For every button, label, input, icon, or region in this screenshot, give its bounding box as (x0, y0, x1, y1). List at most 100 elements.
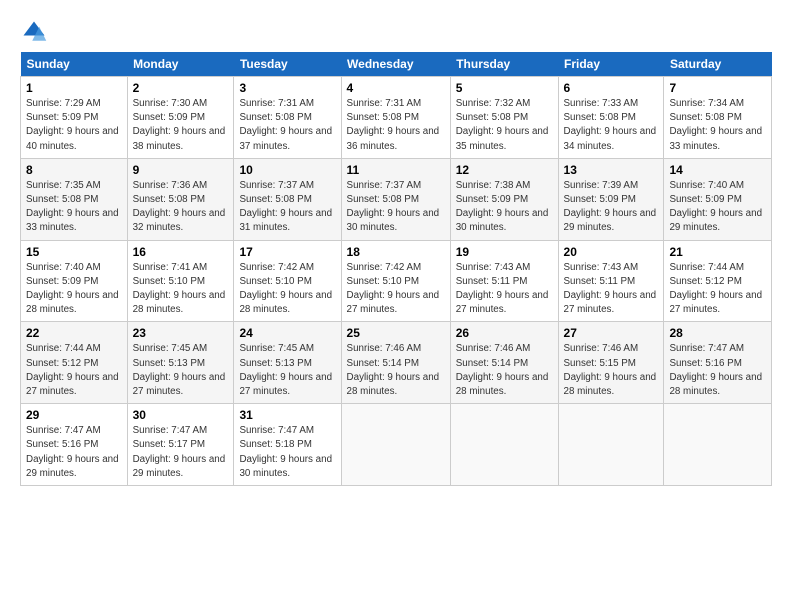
calendar-cell: 2 Sunrise: 7:30 AMSunset: 5:09 PMDaylight… (127, 77, 234, 159)
day-number: 26 (456, 326, 553, 340)
day-number: 19 (456, 245, 553, 259)
calendar-cell: 12Sunrise: 7:38 AMSunset: 5:09 PMDayligh… (450, 158, 558, 240)
day-number: 20 (564, 245, 659, 259)
calendar-table: SundayMondayTuesdayWednesdayThursdayFrid… (20, 52, 772, 486)
day-number: 23 (133, 326, 229, 340)
day-number: 6 (564, 81, 659, 95)
day-number: 27 (564, 326, 659, 340)
day-info: Sunrise: 7:47 AMSunset: 5:18 PMDaylight:… (239, 424, 335, 481)
day-info: Sunrise: 7:42 AMSunset: 5:10 PMDaylight:… (239, 261, 335, 318)
day-number: 3 (239, 81, 335, 95)
day-info: Sunrise: 7:37 AMSunset: 5:08 PMDaylight:… (347, 179, 445, 236)
day-of-week-header: Saturday (664, 52, 772, 77)
day-info: Sunrise: 7:36 AMSunset: 5:08 PMDaylight:… (133, 179, 229, 236)
day-info: Sunrise: 7:31 AMSunset: 5:08 PMDaylight:… (347, 97, 445, 154)
day-number: 17 (239, 245, 335, 259)
day-info: Sunrise: 7:42 AMSunset: 5:10 PMDaylight:… (347, 261, 445, 318)
day-number: 16 (133, 245, 229, 259)
day-number: 21 (669, 245, 766, 259)
calendar-week-row: 8 Sunrise: 7:35 AMSunset: 5:08 PMDaylight… (21, 158, 772, 240)
day-number: 2 (133, 81, 229, 95)
day-info: Sunrise: 7:32 AMSunset: 5:08 PMDaylight:… (456, 97, 553, 154)
day-of-week-header: Sunday (21, 52, 128, 77)
day-info: Sunrise: 7:37 AMSunset: 5:08 PMDaylight:… (239, 179, 335, 236)
calendar-cell: 24 Sunrise: 7:45 AMSunset: 5:13 PMDayligh… (234, 322, 341, 404)
calendar-cell: 8 Sunrise: 7:35 AMSunset: 5:08 PMDaylight… (21, 158, 128, 240)
calendar-cell: 16 Sunrise: 7:41 AMSunset: 5:10 PMDayligh… (127, 240, 234, 322)
day-number: 22 (26, 326, 122, 340)
day-of-week-header: Tuesday (234, 52, 341, 77)
day-info: Sunrise: 7:40 AMSunset: 5:09 PMDaylight:… (669, 179, 766, 236)
day-info: Sunrise: 7:47 AMSunset: 5:17 PMDaylight:… (133, 424, 229, 481)
day-number: 11 (347, 163, 445, 177)
day-number: 25 (347, 326, 445, 340)
day-number: 30 (133, 408, 229, 422)
day-info: Sunrise: 7:47 AMSunset: 5:16 PMDaylight:… (669, 342, 766, 399)
day-info: Sunrise: 7:40 AMSunset: 5:09 PMDaylight:… (26, 261, 122, 318)
calendar-cell: 17 Sunrise: 7:42 AMSunset: 5:10 PMDayligh… (234, 240, 341, 322)
day-number: 9 (133, 163, 229, 177)
day-number: 4 (347, 81, 445, 95)
day-number: 10 (239, 163, 335, 177)
calendar-week-row: 22 Sunrise: 7:44 AMSunset: 5:12 PMDayligh… (21, 322, 772, 404)
calendar-cell: 30 Sunrise: 7:47 AMSunset: 5:17 PMDayligh… (127, 404, 234, 486)
calendar-cell: 11 Sunrise: 7:37 AMSunset: 5:08 PMDayligh… (341, 158, 450, 240)
calendar-cell: 21 Sunrise: 7:44 AMSunset: 5:12 PMDayligh… (664, 240, 772, 322)
calendar-cell: 4 Sunrise: 7:31 AMSunset: 5:08 PMDaylight… (341, 77, 450, 159)
day-info: Sunrise: 7:31 AMSunset: 5:08 PMDaylight:… (239, 97, 335, 154)
calendar-week-row: 15 Sunrise: 7:40 AMSunset: 5:09 PMDayligh… (21, 240, 772, 322)
calendar-cell: 15 Sunrise: 7:40 AMSunset: 5:09 PMDayligh… (21, 240, 128, 322)
day-info: Sunrise: 7:35 AMSunset: 5:08 PMDaylight:… (26, 179, 122, 236)
day-info: Sunrise: 7:43 AMSunset: 5:11 PMDaylight:… (564, 261, 659, 318)
header (20, 18, 772, 46)
calendar-cell: 13 Sunrise: 7:39 AMSunset: 5:09 PMDayligh… (558, 158, 664, 240)
day-info: Sunrise: 7:46 AMSunset: 5:14 PMDaylight:… (456, 342, 553, 399)
logo-icon (20, 18, 48, 46)
day-number: 13 (564, 163, 659, 177)
day-info: Sunrise: 7:44 AMSunset: 5:12 PMDaylight:… (26, 342, 122, 399)
day-info: Sunrise: 7:46 AMSunset: 5:14 PMDaylight:… (347, 342, 445, 399)
day-info: Sunrise: 7:46 AMSunset: 5:15 PMDaylight:… (564, 342, 659, 399)
day-number: 31 (239, 408, 335, 422)
day-number: 15 (26, 245, 122, 259)
calendar-cell: 31 Sunrise: 7:47 AMSunset: 5:18 PMDayligh… (234, 404, 341, 486)
day-number: 12 (456, 163, 553, 177)
day-info: Sunrise: 7:33 AMSunset: 5:08 PMDaylight:… (564, 97, 659, 154)
day-info: Sunrise: 7:45 AMSunset: 5:13 PMDaylight:… (133, 342, 229, 399)
day-of-week-header: Wednesday (341, 52, 450, 77)
calendar-cell: 14 Sunrise: 7:40 AMSunset: 5:09 PMDayligh… (664, 158, 772, 240)
calendar-cell: 26 Sunrise: 7:46 AMSunset: 5:14 PMDayligh… (450, 322, 558, 404)
day-number: 14 (669, 163, 766, 177)
day-info: Sunrise: 7:30 AMSunset: 5:09 PMDaylight:… (133, 97, 229, 154)
day-info: Sunrise: 7:39 AMSunset: 5:09 PMDaylight:… (564, 179, 659, 236)
day-number: 24 (239, 326, 335, 340)
calendar-cell: 28 Sunrise: 7:47 AMSunset: 5:16 PMDayligh… (664, 322, 772, 404)
calendar-cell: 18Sunrise: 7:42 AMSunset: 5:10 PMDayligh… (341, 240, 450, 322)
day-info: Sunrise: 7:43 AMSunset: 5:11 PMDaylight:… (456, 261, 553, 318)
calendar-cell: 23 Sunrise: 7:45 AMSunset: 5:13 PMDayligh… (127, 322, 234, 404)
calendar-cell: 3 Sunrise: 7:31 AMSunset: 5:08 PMDaylight… (234, 77, 341, 159)
calendar-cell: 25 Sunrise: 7:46 AMSunset: 5:14 PMDayligh… (341, 322, 450, 404)
calendar-header-row: SundayMondayTuesdayWednesdayThursdayFrid… (21, 52, 772, 77)
day-number: 1 (26, 81, 122, 95)
calendar-cell: 22 Sunrise: 7:44 AMSunset: 5:12 PMDayligh… (21, 322, 128, 404)
calendar-cell: 9 Sunrise: 7:36 AMSunset: 5:08 PMDaylight… (127, 158, 234, 240)
calendar-cell: 10 Sunrise: 7:37 AMSunset: 5:08 PMDayligh… (234, 158, 341, 240)
day-number: 28 (669, 326, 766, 340)
calendar-cell (664, 404, 772, 486)
day-info: Sunrise: 7:29 AMSunset: 5:09 PMDaylight:… (26, 97, 122, 154)
day-of-week-header: Monday (127, 52, 234, 77)
day-info: Sunrise: 7:34 AMSunset: 5:08 PMDaylight:… (669, 97, 766, 154)
day-number: 8 (26, 163, 122, 177)
calendar-cell: 20 Sunrise: 7:43 AMSunset: 5:11 PMDayligh… (558, 240, 664, 322)
calendar-cell: 1 Sunrise: 7:29 AMSunset: 5:09 PMDaylight… (21, 77, 128, 159)
day-info: Sunrise: 7:45 AMSunset: 5:13 PMDaylight:… (239, 342, 335, 399)
calendar-week-row: 29Sunrise: 7:47 AMSunset: 5:16 PMDayligh… (21, 404, 772, 486)
calendar-cell (450, 404, 558, 486)
day-number: 7 (669, 81, 766, 95)
day-info: Sunrise: 7:41 AMSunset: 5:10 PMDaylight:… (133, 261, 229, 318)
logo (20, 18, 50, 46)
calendar-cell: 7 Sunrise: 7:34 AMSunset: 5:08 PMDaylight… (664, 77, 772, 159)
day-info: Sunrise: 7:44 AMSunset: 5:12 PMDaylight:… (669, 261, 766, 318)
day-number: 29 (26, 408, 122, 422)
